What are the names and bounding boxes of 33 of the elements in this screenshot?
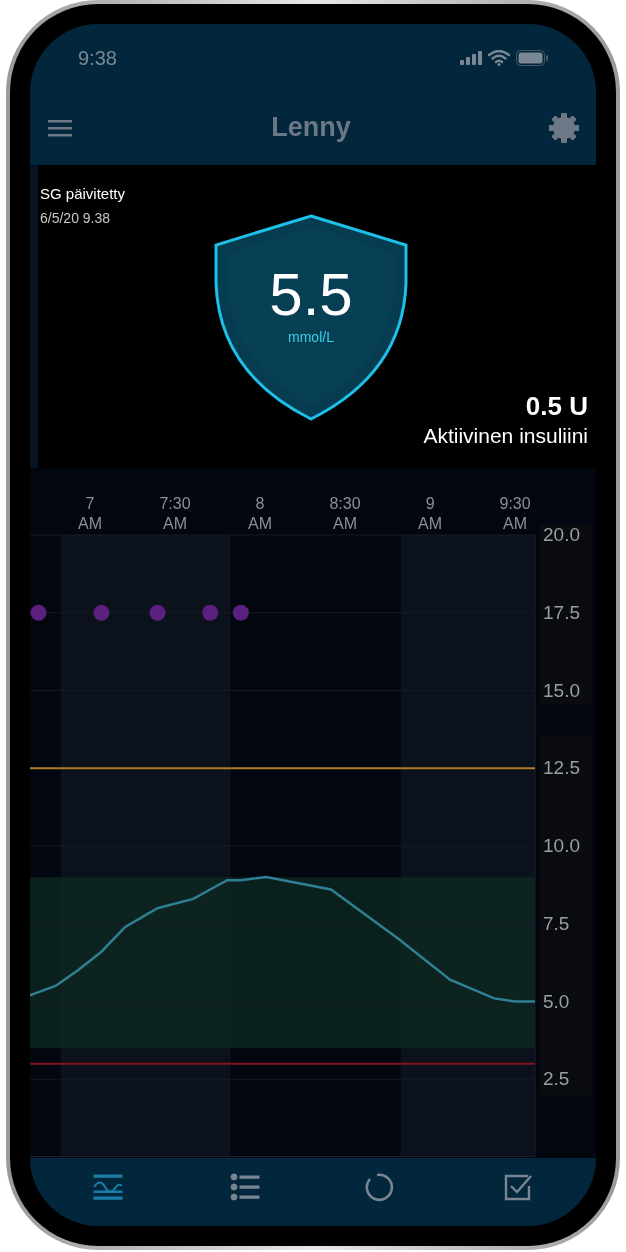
settings-icon[interactable]: [548, 111, 580, 144]
sg-updated-label: SG päivitetty: [40, 184, 126, 204]
status-time: 9:38: [78, 46, 117, 71]
active-insulin-value: 0.5 U: [525, 391, 588, 421]
time-axis-label: 9:30 AM: [498, 494, 532, 534]
time-axis-label: 7:30 AM: [158, 494, 192, 534]
time-axis-label: 8:30 AM: [328, 494, 362, 534]
time-axis-label: 9 AM: [417, 494, 444, 534]
glucose-axis-label: 10.0: [543, 835, 580, 857]
glucose-value: 5.5: [269, 263, 353, 327]
glucose-axis-label: 5.0: [543, 990, 570, 1013]
glucose-unit: mmol/L: [288, 328, 334, 347]
time-axis-label: 8 AM: [247, 494, 274, 534]
event-marker: [202, 604, 219, 621]
graph-tab-icon[interactable]: [92, 1172, 125, 1202]
active-insulin-label: Aktiivinen insuliini: [423, 423, 588, 449]
glucose-axis-label: 7.5: [543, 912, 570, 935]
sg-updated-time: 6/5/20 9.38: [40, 208, 112, 228]
glucose-axis-label: 2.5: [543, 1068, 570, 1091]
app-title: Lenny: [271, 111, 351, 145]
event-marker: [149, 604, 166, 621]
glucose-axis-label: 17.5: [543, 601, 580, 624]
signal-icon: [460, 51, 482, 65]
event-marker: [30, 604, 47, 621]
battery-icon: [516, 50, 548, 66]
list-tab-icon[interactable]: [228, 1172, 261, 1202]
event-marker: [232, 604, 249, 621]
glucose-axis-label: 20.0: [543, 524, 580, 546]
glucose-axis-label: 15.0: [543, 679, 580, 702]
time-axis-label: 7 AM: [77, 494, 103, 534]
wifi-icon: [488, 50, 510, 66]
event-marker: [93, 604, 110, 621]
glucose-axis-label: 12.5: [543, 757, 580, 780]
